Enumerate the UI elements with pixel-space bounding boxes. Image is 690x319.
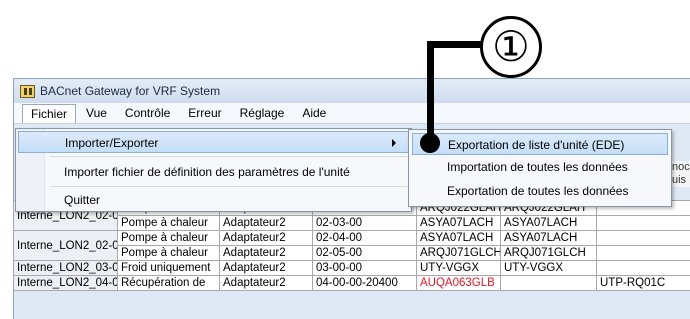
address-cell[interactable]: 02-03-00 [313, 216, 417, 231]
unit-type-cell[interactable]: Froid uniquement [118, 261, 220, 276]
menu-fichier[interactable]: Fichier [22, 104, 76, 123]
file-menu: Importer/Exporter Importer fichier de dé… [15, 128, 412, 212]
extra-cell[interactable]: UTP-RQ01C [597, 276, 690, 291]
window-title: BACnet Gateway for VRF System [40, 84, 220, 98]
extra-cell[interactable] [597, 261, 690, 276]
menu-controle[interactable]: Contrôle [117, 104, 178, 122]
model-cell-error[interactable]: AUQA063GLB [417, 276, 501, 291]
menu-separator [50, 156, 407, 157]
callout-leader-horizontal [427, 41, 482, 48]
table-row[interactable]: Interne_LON2_02-04 Pompe à chaleur Adapt… [14, 231, 690, 246]
model-cell[interactable]: UTY-VGGX [501, 261, 597, 276]
unit-type-cell[interactable]: Pompe à chaleur [118, 216, 220, 231]
adapter-cell[interactable]: Adaptateur2 [220, 276, 313, 291]
extra-cell[interactable] [597, 216, 690, 231]
menu-item-label: Exportation de toutes les données [447, 184, 628, 198]
submenu-arrow-icon [392, 139, 396, 147]
unit-name-cell[interactable]: Interne_LON2_02-04 [14, 231, 118, 261]
adapter-cell[interactable]: Adaptateur2 [220, 216, 313, 231]
model-cell[interactable]: ASYA07LACH [417, 216, 501, 231]
menu-separator [50, 186, 407, 187]
menu-item-quit[interactable]: Quitter [18, 189, 409, 211]
app-icon [20, 85, 35, 98]
address-cell[interactable]: 02-05-00 [313, 246, 417, 261]
menu-item-label: Importer/Exporter [65, 136, 158, 150]
menu-item-label: Importation de toutes les données [447, 160, 628, 174]
menu-item-export-all-data[interactable]: Exportation de toutes les données [412, 180, 668, 202]
menu-item-import-all-data[interactable]: Importation de toutes les données [412, 156, 668, 178]
import-export-submenu: Exportation de liste d'unité (EDE) Impor… [408, 129, 672, 207]
unit-type-cell[interactable]: Récupération de [118, 276, 220, 291]
adapter-cell[interactable]: Adaptateur2 [220, 231, 313, 246]
model-cell[interactable]: ASYA07LACH [501, 231, 597, 246]
model-cell[interactable]: ASYA07LACH [417, 231, 501, 246]
table-row[interactable]: Interne_LON2_03-00 Froid uniquement Adap… [14, 261, 690, 276]
menu-bar: Fichier Vue Contrôle Erreur Réglage Aide [14, 103, 690, 124]
title-bar: BACnet Gateway for VRF System [14, 79, 690, 103]
table-row[interactable]: Interne_LON2_04-00 Récupération de Adapt… [14, 276, 690, 291]
extra-cell[interactable] [597, 231, 690, 246]
callout-pointer-dot [420, 133, 440, 153]
menu-item-import-parameters[interactable]: Importer fichier de définition des param… [18, 161, 409, 183]
menu-erreur[interactable]: Erreur [180, 104, 229, 122]
menu-item-import-export[interactable]: Importer/Exporter [18, 131, 409, 153]
menu-vue[interactable]: Vue [78, 104, 115, 122]
unit-table: Interne_LON2_02-02 Pompe à chaleur Adapt… [13, 200, 690, 291]
callout-number: ① [480, 16, 542, 78]
adapter-cell[interactable]: Adaptateur2 [220, 246, 313, 261]
callout-leader-vertical [427, 41, 434, 138]
address-cell[interactable]: 02-04-00 [313, 231, 417, 246]
menu-aide[interactable]: Aide [294, 104, 334, 122]
address-cell[interactable]: 03-00-00 [313, 261, 417, 276]
unit-name-cell[interactable]: Interne_LON2_03-00 [14, 261, 118, 276]
model-cell[interactable]: ARQJ071GLCH [501, 246, 597, 261]
model-cell[interactable]: ASYA07LACH [501, 216, 597, 231]
menu-item-label: Exportation de liste d'unité (EDE) [448, 138, 624, 152]
unit-type-cell[interactable]: Pompe à chaleur [118, 231, 220, 246]
menu-item-export-unit-list[interactable]: Exportation de liste d'unité (EDE) [412, 133, 668, 155]
unit-type-cell[interactable]: Pompe à chaleur [118, 246, 220, 261]
model-cell[interactable]: UTY-VGGX [417, 261, 501, 276]
unit-name-cell[interactable]: Interne_LON2_04-00 [14, 276, 118, 291]
menu-reglage[interactable]: Réglage [232, 104, 293, 122]
adapter-cell[interactable]: Adaptateur2 [220, 261, 313, 276]
model-cell[interactable]: ARQJ071GLCH [417, 246, 501, 261]
column-header-peek: noc uis [672, 161, 690, 187]
model-cell[interactable] [501, 276, 597, 291]
menu-item-label: Quitter [64, 193, 100, 207]
extra-cell[interactable] [597, 246, 690, 261]
menu-item-label: Importer fichier de définition des param… [64, 165, 350, 179]
address-cell[interactable]: 04-00-00-20400 [313, 276, 417, 291]
